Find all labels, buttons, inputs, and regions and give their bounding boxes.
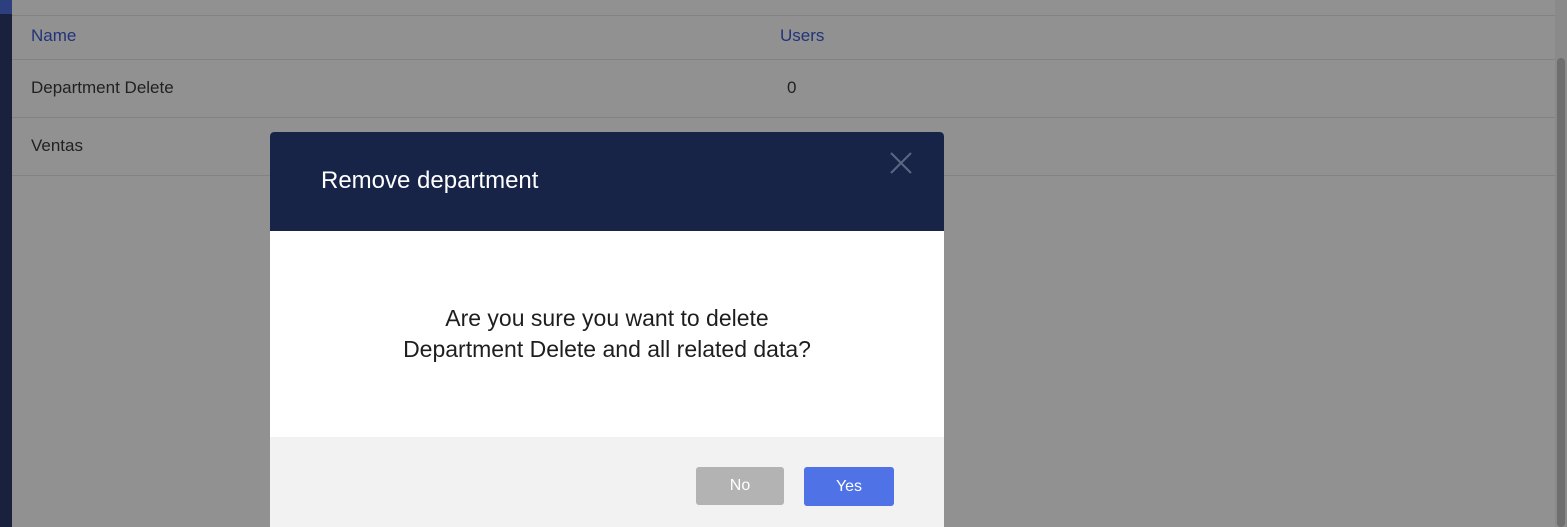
no-button[interactable]: No [696,467,784,505]
yes-button[interactable]: Yes [804,467,894,506]
dialog-body: Are you sure you want to delete Departme… [270,231,944,437]
confirmation-message-line-2: Department Delete and all related data? [403,336,811,362]
dialog-footer: No Yes [270,437,944,527]
close-icon [890,152,912,174]
dialog-title: Remove department [321,167,539,194]
dialog-header: Remove department [270,132,944,231]
confirmation-message: Are you sure you want to delete Departme… [270,303,944,365]
close-button[interactable] [888,150,914,176]
remove-department-dialog: Remove department Are you sure you want … [270,132,944,527]
page: Name Users Department Delete 0 Ventas Re… [0,0,1567,527]
confirmation-message-line-1: Are you sure you want to delete [445,305,769,331]
